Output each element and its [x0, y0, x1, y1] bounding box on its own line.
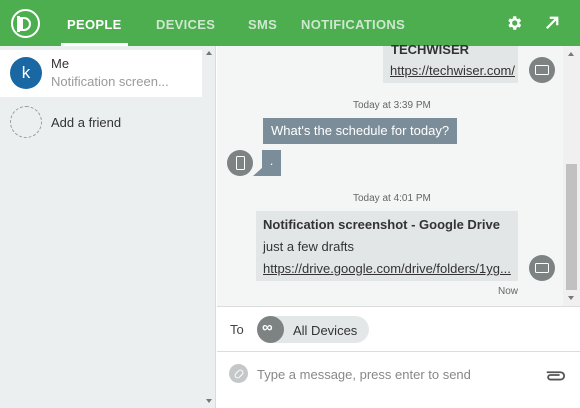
pushbullet-logo-icon[interactable] [11, 9, 40, 38]
tab-people[interactable]: PEOPLE [61, 0, 128, 46]
scroll-down-icon[interactable] [568, 296, 574, 300]
message-composer [217, 351, 580, 408]
recipient-bar: To ∞ All Devices [217, 306, 580, 351]
tab-notifications[interactable]: NOTIFICATIONS [301, 0, 405, 46]
tab-devices[interactable]: DEVICES [156, 0, 215, 46]
add-friend-label: Add a friend [51, 115, 122, 130]
popout-arrow-icon[interactable] [543, 14, 561, 32]
tab-sms[interactable]: SMS [248, 0, 277, 46]
scroll-thumb[interactable] [566, 164, 577, 290]
push-link[interactable]: https://drive.google.com/drive/folders/1… [263, 261, 511, 276]
message-input[interactable] [257, 362, 527, 386]
scroll-up-icon[interactable] [568, 52, 574, 56]
push-link[interactable]: https://techwiser.com/ [390, 63, 515, 78]
message-bubble: What's the schedule for today? [263, 118, 458, 144]
monitor-icon [529, 255, 555, 281]
push-card[interactable]: TECHWISER https://techwiser.com/ [383, 42, 518, 83]
add-friend-icon [10, 106, 42, 138]
message-bubble: . [262, 150, 281, 176]
contacts-panel: k Me Notification screen... Add a friend [0, 46, 216, 408]
gear-icon[interactable] [505, 14, 523, 32]
paperclip-icon[interactable] [544, 368, 566, 382]
push-title: Notification screenshot - Google Drive [263, 217, 500, 232]
contact-preview: Notification screen... [51, 74, 169, 89]
link-icon[interactable] [229, 364, 248, 383]
scroll-down-icon[interactable] [206, 399, 212, 403]
chat-scrollbar[interactable] [563, 46, 580, 306]
phone-icon [227, 150, 253, 176]
all-devices-chip[interactable]: ∞ All Devices [257, 316, 369, 343]
top-bar: PEOPLE DEVICES SMS NOTIFICATIONS [0, 0, 580, 46]
contact-me[interactable]: k Me Notification screen... [0, 50, 202, 97]
message-status: Now [498, 286, 519, 297]
push-title: TECHWISER [391, 42, 469, 57]
chip-label: All Devices [293, 323, 358, 338]
push-body: just a few drafts [263, 239, 355, 254]
infinity-icon: ∞ [257, 316, 284, 343]
push-card[interactable]: Notification screenshot - Google Drive j… [256, 211, 518, 281]
to-label: To [230, 322, 244, 337]
contact-name: Me [51, 56, 70, 71]
message-timestamp: Today at 3:39 PM [353, 100, 431, 111]
message-timestamp: Today at 4:01 PM [353, 193, 431, 204]
add-friend-button[interactable]: Add a friend [0, 100, 202, 144]
scroll-up-icon[interactable] [206, 51, 212, 55]
monitor-icon [529, 57, 555, 83]
avatar: k [10, 57, 42, 89]
contacts-scrollbar[interactable] [202, 46, 216, 408]
